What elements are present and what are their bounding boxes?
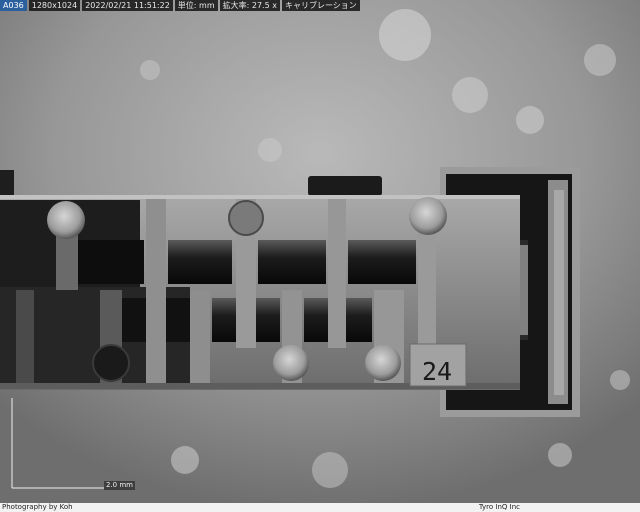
datetime-readout: 2022/02/21 11:51:22 bbox=[82, 0, 173, 11]
camera-id: A036 bbox=[0, 0, 27, 11]
magnification-readout: 拡大率: 27.5 x bbox=[219, 0, 280, 11]
mode-readout: キャリブレーション bbox=[281, 0, 360, 11]
microscope-photo: 24 bbox=[0, 0, 640, 512]
footer-bar: Photography by Koh Tyro InQ Inc bbox=[0, 503, 640, 512]
capture-info-bar: A036 1280x1024 2022/02/21 11:51:22 単位: m… bbox=[0, 0, 360, 11]
scale-bar-label: 2.0 mm bbox=[104, 481, 135, 490]
company-name: Tyro InQ Inc bbox=[478, 503, 520, 511]
photo-credit: Photography by Koh bbox=[2, 503, 73, 511]
resolution-readout: 1280x1024 bbox=[28, 0, 81, 11]
part-number-label: 24 bbox=[422, 357, 452, 386]
unit-readout: 単位: mm bbox=[174, 0, 218, 11]
